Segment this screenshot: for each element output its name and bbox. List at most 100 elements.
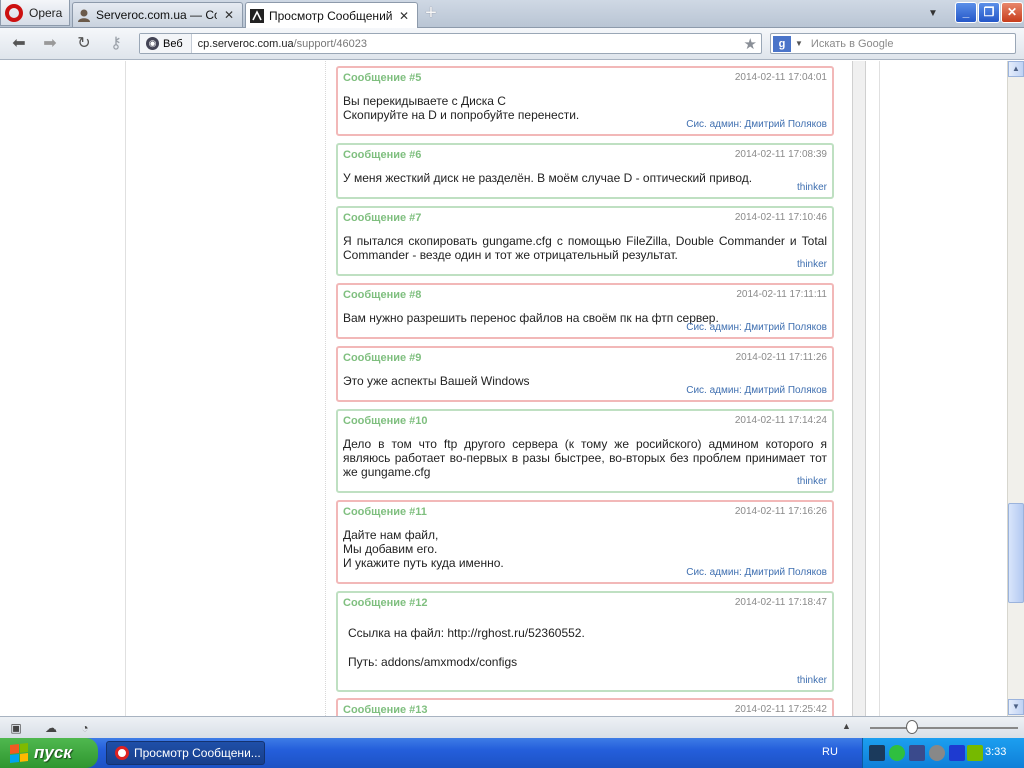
message-card: Сообщение #13 2014-02-11 17:25:42: [336, 698, 834, 716]
message-body: Вы перекидываете с Диска C Скопируйте на …: [343, 94, 827, 122]
message-title: Сообщение #7: [343, 212, 422, 224]
taskbar-item-label: Просмотр Сообщени...: [134, 746, 261, 760]
cs-logo-icon: [250, 8, 264, 23]
taskbar-clock: 3:33: [985, 746, 1007, 758]
globe-icon: ◉: [146, 37, 159, 50]
message-body: Дайте нам файл, Мы добавим его. И укажите …: [343, 528, 827, 570]
message-title: Сообщение #5: [343, 72, 422, 84]
message-signature: thinker: [796, 259, 827, 270]
message-date: 2014-02-11 17:04:01: [734, 72, 827, 83]
address-field[interactable]: ◉ Веб cp.serveroc.com.ua/support/46023 ★: [139, 33, 762, 54]
opera-logo-icon: [5, 3, 23, 22]
speed-gauge-icon[interactable]: ◔: [77, 721, 93, 735]
message-date: 2014-02-11 17:11:11: [736, 289, 827, 300]
tab-bar: Opera Serveroc.com.ua — Cou... ✕ Просмот…: [0, 0, 1024, 28]
zoom-slider-knob[interactable]: [906, 720, 918, 734]
opera-menu-label: Opera: [29, 5, 63, 20]
close-window-button[interactable]: ✕: [1001, 2, 1023, 23]
message-line: Путь: addons/amxmodx/configs: [348, 655, 518, 669]
forward-arrow-icon[interactable]: ➡: [40, 35, 60, 53]
page-right-border: [879, 61, 880, 716]
page-left-border: [125, 61, 126, 716]
opera-unite-cloud-icon[interactable]: ☁: [43, 721, 59, 735]
minimize-button[interactable]: _: [955, 2, 977, 23]
scroll-up-button[interactable]: ▲: [1008, 61, 1024, 77]
tab-close-icon[interactable]: ✕: [222, 8, 236, 22]
vertical-scrollbar[interactable]: ▲ ▼: [1007, 61, 1024, 716]
message-card: Сообщение #10 2014-02-11 17:14:24 Дело в т…: [336, 409, 834, 493]
restore-button[interactable]: ❐: [978, 2, 1000, 23]
message-line: У меня жесткий диск не разделён. В моём …: [343, 171, 753, 185]
message-body: Дело в том что ftp другого сервера (к то…: [343, 437, 827, 479]
status-bar: ▣ ☁ ◔ ▲: [0, 716, 1024, 738]
message-body: Ссылка на файл: http://rghost.ru/5236055…: [348, 626, 827, 669]
status-expand-icon[interactable]: ▲: [842, 721, 851, 731]
key-icon[interactable]: ⚷: [106, 35, 126, 53]
reload-icon[interactable]: ↻: [74, 35, 94, 53]
nvidia-icon[interactable]: [967, 745, 983, 761]
message-date: 2014-02-11 17:16:26: [734, 506, 827, 517]
bookmark-star-icon[interactable]: ★: [744, 35, 761, 53]
message-card: Сообщение #6 2014-02-11 17:08:39 У меня же…: [336, 143, 834, 199]
address-toolbar: ⬅ ➡ ↻ ⚷ ◉ Веб cp.serveroc.com.ua/support…: [0, 28, 1024, 60]
network-icon[interactable]: [909, 745, 925, 761]
volume-icon[interactable]: [929, 745, 945, 761]
url-host: cp.serveroc.com.ua: [197, 37, 294, 50]
panel-toggle-icon[interactable]: ▣: [8, 721, 24, 735]
message-signature: thinker: [796, 675, 827, 686]
icq-icon[interactable]: [889, 745, 905, 761]
media-player-icon[interactable]: [949, 745, 965, 761]
language-indicator[interactable]: RU: [822, 746, 838, 758]
message-signature: thinker: [796, 182, 827, 193]
message-date: 2014-02-11 17:11:26: [735, 352, 827, 363]
message-date: 2014-02-11 17:10:46: [734, 212, 827, 223]
message-line: Ссылка на файл: http://rghost.ru/5236055…: [348, 626, 585, 640]
start-label: пуск: [34, 743, 72, 762]
steam-icon[interactable]: [869, 745, 885, 761]
tab-support-messages[interactable]: Просмотр Сообщений • ... ✕: [245, 2, 418, 28]
message-line: Вы перекидываете с Диска C: [343, 94, 506, 108]
windows-flag-icon: [10, 743, 28, 763]
page-viewport: Сообщение #5 2014-02-11 17:04:01 Вы переки…: [0, 61, 1007, 716]
message-card: Сообщение #5 2014-02-11 17:04:01 Вы переки…: [336, 66, 834, 136]
message-signature: Сис. админ: Дмитрий Поляков: [686, 385, 827, 396]
message-title: Сообщение #9: [343, 352, 422, 364]
taskbar-item-opera[interactable]: Просмотр Сообщени...: [106, 741, 265, 765]
message-title: Сообщение #12: [343, 597, 428, 609]
message-signature: Сис. админ: Дмитрий Поляков: [686, 567, 827, 578]
user-avatar-icon: [78, 9, 90, 22]
tab-serveroc[interactable]: Serveroc.com.ua — Cou... ✕: [72, 2, 243, 27]
url-text[interactable]: cp.serveroc.com.ua/support/46023: [192, 38, 367, 50]
message-card: Сообщение #9 2014-02-11 17:11:26 Это уже а…: [336, 346, 834, 402]
scroll-thumb[interactable]: [1008, 503, 1024, 603]
tab-close-icon[interactable]: ✕: [397, 9, 411, 23]
message-date: 2014-02-11 17:08:39: [734, 149, 827, 160]
message-line: Дело в том что ftp другого сервера (к то…: [343, 437, 827, 479]
tab-title: Serveroc.com.ua — Cou...: [96, 8, 217, 22]
scroll-down-button[interactable]: ▼: [1008, 699, 1024, 715]
message-card: Сообщение #7 2014-02-11 17:10:46 Я пытался…: [336, 206, 834, 276]
site-info-badge[interactable]: ◉ Веб: [140, 34, 192, 53]
search-engine-chevron-icon[interactable]: ▼: [795, 39, 803, 48]
message-card: Сообщение #11 2014-02-11 17:16:26 Дайте на…: [336, 500, 834, 584]
back-arrow-icon[interactable]: ⬅: [9, 35, 29, 53]
tab-list-chevron-icon[interactable]: ▼: [928, 8, 938, 19]
message-date: 2014-02-11 17:14:24: [734, 415, 827, 426]
message-date: 2014-02-11 17:18:47: [734, 597, 827, 608]
message-title: Сообщение #11: [343, 506, 427, 518]
search-placeholder: Искать в Google: [810, 37, 894, 50]
message-signature: Сис. админ: Дмитрий Поляков: [686, 322, 827, 333]
google-search-engine-icon[interactable]: g: [773, 35, 791, 52]
message-title: Сообщение #8: [343, 289, 422, 301]
opera-menu-button[interactable]: Opera: [0, 0, 70, 26]
start-button[interactable]: пуск: [0, 738, 98, 768]
search-field[interactable]: g ▼ Искать в Google: [770, 33, 1016, 54]
zoom-slider[interactable]: [870, 727, 1018, 729]
message-signature: thinker: [796, 476, 827, 487]
tab-title: Просмотр Сообщений • ...: [269, 8, 392, 23]
message-date: 2014-02-11 17:25:42: [734, 704, 827, 715]
message-title: Сообщение #13: [343, 704, 428, 716]
windows-taskbar: пуск Просмотр Сообщени... RU 3:33: [0, 738, 1024, 768]
opera-icon: [115, 746, 129, 760]
new-tab-button[interactable]: +: [420, 3, 442, 24]
